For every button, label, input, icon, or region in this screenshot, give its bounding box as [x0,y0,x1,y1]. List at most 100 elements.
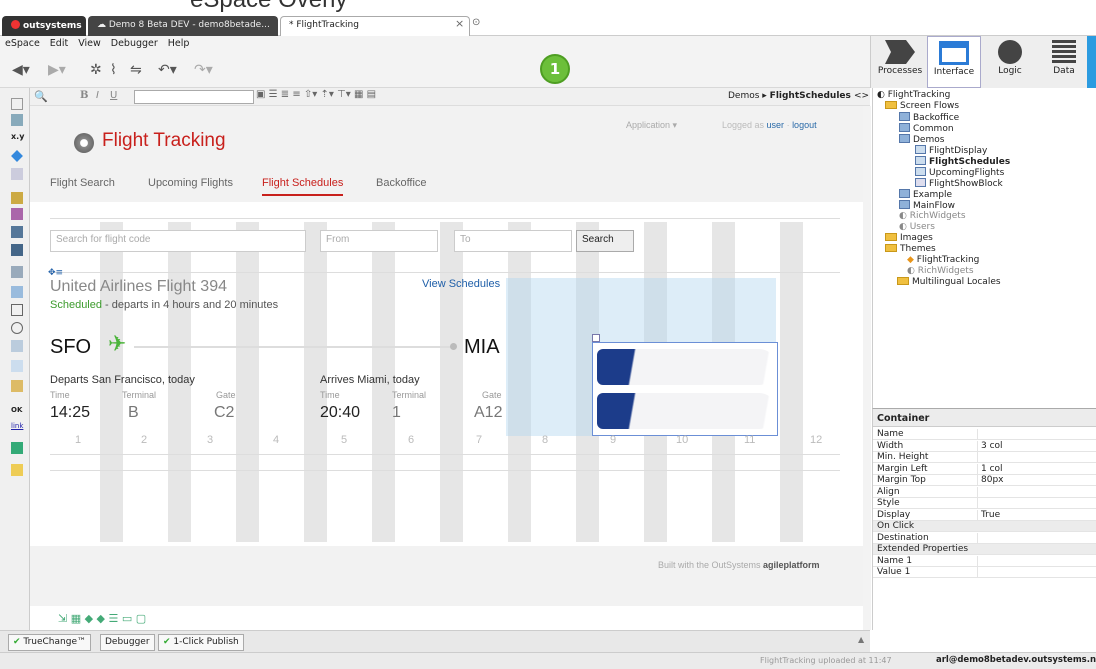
interface-tab[interactable]: Interface [927,36,981,88]
combo-widget-icon[interactable] [11,340,23,352]
upload-widget-icon[interactable] [11,360,23,372]
tab-environment[interactable]: ☁ Demo 8 Beta DEV - demo8betade... [88,16,278,36]
nav-upcoming-flights[interactable]: Upcoming Flights [148,177,233,189]
menu-debugger[interactable]: Debugger [106,36,163,51]
property-value[interactable]: True [981,510,1000,520]
form-widget-icon[interactable] [11,226,23,238]
property-value[interactable]: 3 col [981,441,1003,451]
property-row[interactable]: Extended Properties [873,544,1096,555]
brush-widget-icon[interactable] [11,208,23,220]
property-row[interactable]: Destination [873,532,1096,544]
menu-view[interactable]: View [73,36,106,51]
bold-icon[interactable]: B [80,90,88,101]
radio-widget-icon[interactable] [11,322,23,334]
tree-common[interactable]: Common [899,123,954,134]
expand-icon[interactable]: ▲ [858,635,864,644]
application-menu[interactable]: Application ▾ [626,120,677,131]
tab-flighttracking[interactable]: * FlightTracking [280,16,470,36]
tree-root[interactable]: ◐ FlightTracking [877,90,950,100]
to-input[interactable]: To [454,230,572,252]
data-tab[interactable]: Data [1037,36,1091,88]
property-row[interactable]: Width 3 col [873,440,1096,452]
truechange-button[interactable]: ✔ TrueChange™ [8,634,91,651]
tree-backoffice[interactable]: Backoffice [899,112,959,123]
property-row[interactable]: Min. Height [873,452,1096,463]
back-icon[interactable]: ◀▾ [12,62,30,78]
image-widget-icon[interactable] [11,266,23,278]
search-panel-icon[interactable] [1087,36,1096,88]
redo-icon[interactable]: ↷▾ [194,62,213,78]
undo-icon[interactable]: ↶▾ [158,62,177,78]
table-widget-icon[interactable] [11,114,23,126]
diamond-widget-icon[interactable] [11,150,23,162]
flow-icon[interactable]: ⌇ [110,62,117,78]
tree-users[interactable]: ◐ Users [899,222,935,232]
tree-locales[interactable]: Multilingual Locales [897,277,1001,287]
expression-widget-icon[interactable]: x.y [11,132,24,144]
property-row[interactable]: Align [873,486,1096,498]
tree-screen-flows[interactable]: Screen Flows [885,101,959,111]
tree-themes[interactable]: Themes [885,244,936,254]
checkbox-widget-icon[interactable] [11,304,23,316]
compare-icon[interactable]: ⇋ [130,62,142,78]
italic-icon[interactable]: I [96,90,99,101]
view-schedules-link[interactable]: View Schedules [422,278,500,290]
link-text-widget-icon[interactable]: link [11,422,23,434]
tree-theme-richwidgets[interactable]: ◐ RichWidgets [907,266,974,276]
menu-help[interactable]: Help [163,36,195,51]
property-row[interactable]: Value 1 [873,567,1096,578]
tree-main-flow[interactable]: MainFlow [899,200,955,211]
flight-code-input[interactable]: Search for flight code [50,230,306,252]
tree-upcoming-flights[interactable]: UpcomingFlights [915,167,1004,178]
menu-edit[interactable]: Edit [45,36,73,51]
publish-button[interactable]: ✔ 1-Click Publish [158,634,244,651]
list-widget-icon[interactable] [11,244,23,256]
move-handle-icon[interactable]: ✥≡ [48,268,63,278]
property-row[interactable]: Name 1 [873,555,1096,567]
close-tab-icon[interactable]: × [455,17,464,30]
logout-link[interactable]: logout [792,120,817,130]
nav-flight-search[interactable]: Flight Search [50,177,115,189]
tree-flight-display[interactable]: FlightDisplay [915,145,987,156]
property-value[interactable]: 1 col [981,464,1003,474]
property-row[interactable]: On Click [873,521,1096,532]
resize-handle[interactable] [592,334,600,342]
debugger-button[interactable]: Debugger [100,634,155,651]
nav-flight-schedules[interactable]: Flight Schedules [262,177,344,196]
tree-example[interactable]: Example [899,189,952,200]
menu-espace[interactable]: eSpace [0,36,45,51]
tree-rich-widgets[interactable]: ◐ RichWidgets [899,211,966,221]
new-tab-icon[interactable]: ⊙ [472,17,480,28]
style-class-select[interactable] [134,90,254,104]
code-toggle[interactable]: <> [854,91,869,101]
align-icons[interactable]: ▣ ☰ ≣ ≡ ⇧▾ ⇡▾ ⊤▾ ▦ ▤ [256,89,376,100]
pencil-widget-icon[interactable] [11,192,23,204]
airplanes-image[interactable] [592,342,778,436]
tab-outsystems[interactable]: outsystems [2,16,86,36]
forward-icon[interactable]: ▶▾ [48,62,66,78]
user-link[interactable]: user [767,120,785,130]
link-widget-icon[interactable] [11,168,23,180]
tree-demos[interactable]: Demos [899,134,944,145]
search-button[interactable]: Search [576,230,634,252]
tree-theme-flighttracking[interactable]: ◆ FlightTracking [907,255,979,265]
input-widget-icon[interactable] [11,286,23,298]
zoom-icon[interactable]: 🔍 [34,90,48,103]
underline-icon[interactable]: U [110,90,117,101]
property-row[interactable]: Margin Left 1 col [873,463,1096,475]
property-row[interactable]: Margin Top 80px [873,475,1096,486]
container-widget-icon[interactable] [11,98,23,110]
nav-backoffice[interactable]: Backoffice [376,177,427,189]
picture-widget-icon[interactable] [11,442,23,454]
gear-icon[interactable]: ✲ [90,62,102,78]
tree-images[interactable]: Images [885,233,933,243]
tree-flight-show-block[interactable]: FlightShowBlock [915,178,1003,189]
widget-tree-icons[interactable]: ⇲ ▦ ◆ ◆ ☰ ▭ ▢ [58,612,146,625]
inline-widget-icon[interactable] [11,380,23,392]
tree-flight-schedules[interactable]: FlightSchedules [915,156,1010,167]
property-row[interactable]: Name [873,429,1096,440]
canvas-scrollbar[interactable] [863,106,871,630]
property-value[interactable]: 80px [981,475,1004,485]
property-row[interactable]: Style [873,498,1096,509]
block-widget-icon[interactable] [11,464,23,476]
